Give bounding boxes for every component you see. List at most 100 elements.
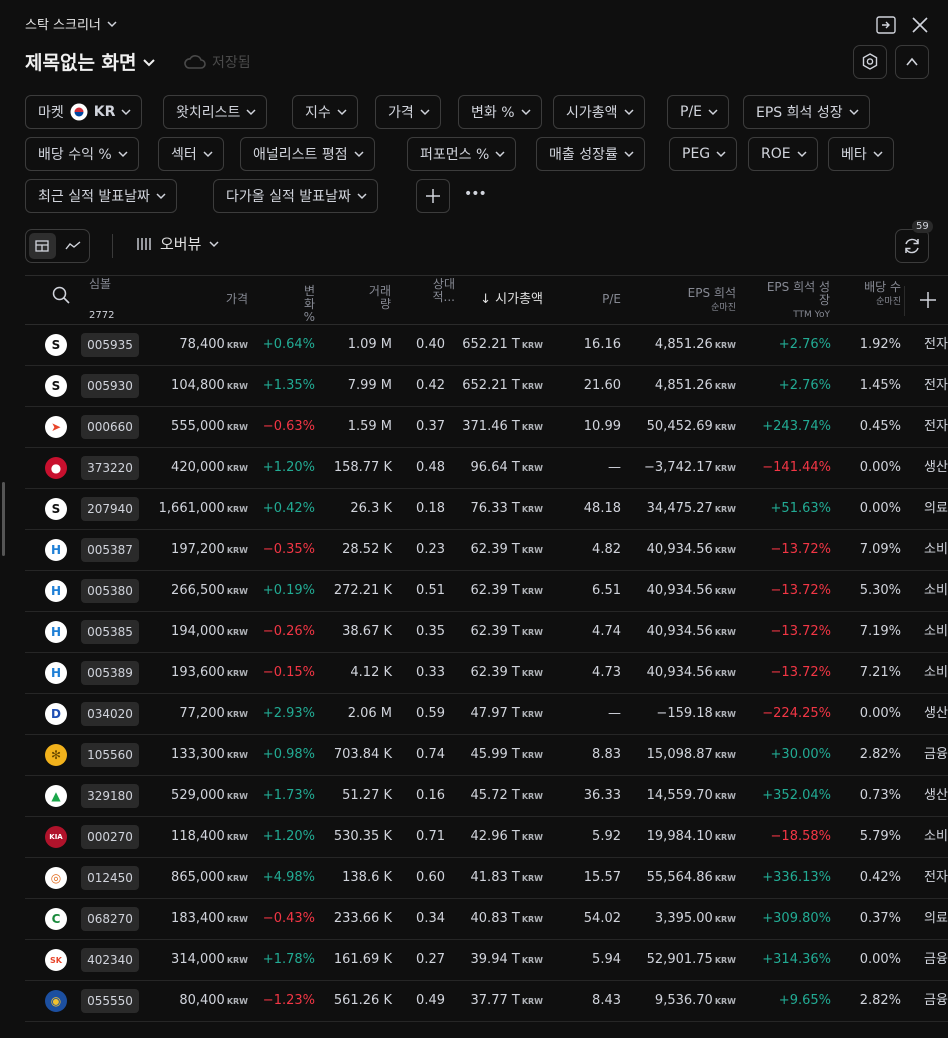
table-row[interactable]: S 005930 104,800 KRW +1.35% 7.99 M 0.42 6… [25,366,948,407]
table-row[interactable]: ▲ 329180 529,000 KRW +1.73% 51.27 K 0.16 … [25,776,948,817]
ticker-badge[interactable]: 005935 [81,333,139,357]
ticker-badge[interactable]: 207940 [81,497,139,521]
table-row[interactable]: ◉ 055550 80,400 KRW −1.23% 561.26 K 0.49 … [25,981,948,1022]
table-row[interactable]: ✻ 105560 133,300 KRW +0.98% 703.84 K 0.74… [25,735,948,776]
col-eps[interactable]: EPS 희석순마진 [635,287,736,315]
add-column-icon[interactable] [919,291,937,309]
currency-unit: KRW [521,874,543,883]
ticker-badge[interactable]: 005387 [81,538,139,562]
col-dividend[interactable]: 배당 수 순마진 [855,281,901,309]
price-value: 555,000 [171,419,225,434]
ticker-badge[interactable]: 068270 [81,907,139,931]
col-eps-sub: 순마진 [711,303,736,313]
table-row[interactable]: H 005380 266,500 KRW +0.19% 272.21 K 0.51… [25,571,948,612]
pe-cell: 54.02 [583,911,621,926]
table-row[interactable]: H 005389 193,600 KRW −0.15% 4.12 K 0.33 6… [25,653,948,694]
ticker-badge[interactable]: 000660 [81,415,139,439]
filter-watchlist[interactable]: 왓치리스트 [163,95,268,129]
chart-view-button[interactable] [60,233,87,259]
filter-index[interactable]: 지수 [292,95,358,129]
close-icon[interactable] [909,14,931,36]
col-pe[interactable]: P/E [565,293,621,306]
popout-icon[interactable] [875,14,897,36]
filter-upcoming-earnings[interactable]: 다가올 실적 발표날짜 [213,179,378,213]
table-view-button[interactable] [29,233,56,259]
eps-growth-cell: +9.65% [778,993,831,1008]
filter-peg[interactable]: PEG [669,137,738,171]
ticker-badge[interactable]: 005930 [81,374,139,398]
table-row[interactable]: SK 402340 314,000 KRW +1.78% 161.69 K 0.2… [25,940,948,981]
change-cell: −0.15% [262,665,315,680]
table-row[interactable]: ➤ 000660 555,000 KRW −0.63% 1.59 M 0.37 3… [25,407,948,448]
col-price[interactable]: 가격 [175,293,248,306]
col-eps-growth[interactable]: EPS 희석 성장 TTM YoY [765,281,830,322]
change-cell: +4.98% [262,870,315,885]
eps-growth-cell: +2.76% [778,378,831,393]
ticker-badge[interactable]: 005389 [81,661,139,685]
ticker-badge[interactable]: 034020 [81,702,139,726]
screen-title[interactable]: 제목없는 화면 [25,48,155,75]
filter-analyst-rating[interactable]: 애널리스트 평점 [240,137,375,171]
change-cell: +0.19% [262,583,315,598]
filter-price[interactable]: 가격 [375,95,441,129]
filter-pe[interactable]: P/E [667,95,730,129]
filter-beta[interactable]: 베타 [828,137,894,171]
currency-unit: KRW [521,587,543,596]
price-cell: 865,000 KRW [145,858,248,898]
ticker-badge[interactable]: 000270 [81,825,139,849]
filter-market-cap[interactable]: 시가총액 [553,95,645,129]
volume-cell: 161.69 K [333,952,392,967]
ticker-badge[interactable]: 055550 [81,989,139,1013]
table-row[interactable]: ● 373220 420,000 KRW +1.20% 158.77 K 0.48… [25,448,948,489]
filter-market[interactable]: 마켓 KR [25,95,143,129]
ticker-badge[interactable]: 105560 [81,743,139,767]
filter-label: PEG [682,146,711,162]
filter-performance[interactable]: 퍼포먼스 % [407,137,517,171]
table-row[interactable]: S 005935 78,400 KRW +0.64% 1.09 M 0.40 65… [25,325,948,366]
market-cap-value: 62.39 T [470,542,520,557]
table-row[interactable]: C 068270 183,400 KRW −0.43% 233.66 K 0.34… [25,899,948,940]
scrollbar[interactable] [2,482,5,556]
settings-button[interactable] [853,45,887,79]
ticker-badge[interactable]: 005385 [81,620,139,644]
filter-sector[interactable]: 섹터 [158,137,224,171]
sector-cell: 금융 [924,952,948,967]
table-row[interactable]: D 034020 77,200 KRW +2.93% 2.06 M 0.59 47… [25,694,948,735]
relative-volume-cell: 0.74 [416,747,445,762]
col-symbol[interactable]: 심볼 [89,278,113,291]
search-icon[interactable] [52,286,70,304]
eps-value: 14,559.70 [646,788,713,803]
app-title[interactable]: 스탁 스크리너 [25,14,117,33]
col-change[interactable]: 변화 % [293,285,315,324]
filter-last-earnings[interactable]: 최근 실적 발표날짜 [25,179,177,213]
filter-roe[interactable]: ROE [748,137,818,171]
ticker-badge[interactable]: 329180 [81,784,139,808]
collapse-button[interactable] [895,45,929,79]
table-row[interactable]: S 207940 1,661,000 KRW +0.42% 26.3 K 0.18… [25,489,948,530]
table-row[interactable]: H 005385 194,000 KRW −0.26% 38.67 K 0.35 … [25,612,948,653]
ticker-badge[interactable]: 373220 [81,456,139,480]
ticker-badge[interactable]: 012450 [81,866,139,890]
filter-dividend[interactable]: 배당 수익 % [25,137,139,171]
table-row[interactable]: H 005387 197,200 KRW −0.35% 28.52 K 0.23 … [25,530,948,571]
add-filter-button[interactable] [416,179,450,213]
table-row[interactable]: KIA 000270 118,400 KRW +1.20% 530.35 K 0.… [25,817,948,858]
filter-eps-growth[interactable]: EPS 희석 성장 [743,95,870,129]
filter-label: 가격 [388,105,414,121]
dividend-cell: 7.21% [859,665,901,680]
more-filters-button[interactable]: ••• [464,186,487,202]
table-row[interactable]: ◎ 012450 865,000 KRW +4.98% 138.6 K 0.60 … [25,858,948,899]
ticker-badge[interactable]: 402340 [81,948,139,972]
col-eps-label: EPS 희석 [687,286,736,300]
refresh-button[interactable] [895,229,929,263]
filter-revenue-growth[interactable]: 매출 성장률 [536,137,645,171]
col-relative-volume[interactable]: 상대적... [425,278,455,322]
chevron-down-icon [495,151,505,158]
currency-unit: KRW [714,382,736,391]
sector-cell: 전자 [924,419,948,434]
ticker-badge[interactable]: 005380 [81,579,139,603]
filter-change[interactable]: 변화 % [458,95,542,129]
col-market-cap[interactable]: ↓ 시가총액 [455,293,543,306]
column-set-select[interactable]: 오버뷰 [136,233,219,254]
col-volume[interactable]: 거래량 [361,285,391,311]
